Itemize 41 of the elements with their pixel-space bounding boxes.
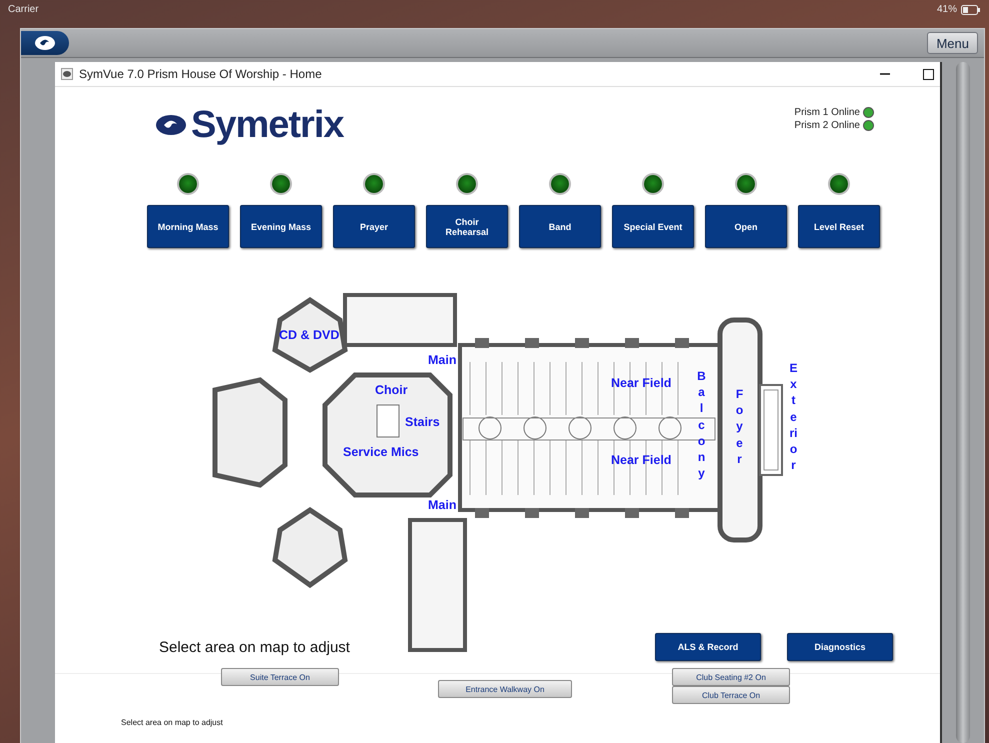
map-zone-label[interactable]: Foyer bbox=[735, 386, 744, 467]
zone-toggle-button[interactable]: Entrance Walkway On bbox=[438, 680, 572, 698]
instruction-text: Select area on map to adjust bbox=[159, 638, 351, 656]
action-button[interactable]: ALS & Record bbox=[655, 633, 761, 661]
instruction-text: Select area on map to adjust bbox=[121, 718, 223, 727]
map-zone-label[interactable]: Stairs bbox=[405, 415, 440, 429]
zone-toggle-button[interactable]: Club Seating #2 On bbox=[672, 668, 790, 686]
menu-button[interactable]: Menu bbox=[927, 32, 978, 54]
device-status-label: Prism 2 Online bbox=[794, 120, 860, 131]
home-logo-button[interactable] bbox=[21, 31, 69, 55]
zone-toggle-button[interactable]: Club Terrace On bbox=[672, 686, 790, 704]
preset-button[interactable]: Open bbox=[705, 205, 787, 248]
preset-button[interactable]: Choir Rehearsal bbox=[426, 205, 508, 248]
preset-button[interactable]: Prayer bbox=[333, 205, 415, 248]
brand-logo-text: Symetrix bbox=[191, 104, 344, 146]
preset-button[interactable]: Special Event bbox=[612, 205, 694, 248]
preset-button[interactable]: Level Reset bbox=[798, 205, 880, 248]
action-button[interactable]: Diagnostics bbox=[787, 633, 893, 661]
zone-toggle-button[interactable]: Suite Terrace On bbox=[221, 668, 339, 686]
map-zone-label[interactable]: CD & DVD bbox=[279, 328, 340, 342]
symetrix-swirl-icon bbox=[155, 114, 187, 136]
map-zone-label[interactable]: Main bbox=[428, 498, 456, 512]
battery-percentage: 41% bbox=[936, 4, 957, 15]
swirl-logo-icon bbox=[34, 35, 56, 51]
map-zone-label[interactable]: Balcony bbox=[697, 368, 706, 482]
map-zone-label[interactable]: Near Field bbox=[611, 376, 672, 390]
preset-button[interactable]: Morning Mass bbox=[147, 205, 229, 248]
scrollbar[interactable] bbox=[956, 62, 970, 743]
map-zone-label[interactable]: Near Field bbox=[611, 453, 672, 467]
map-zone-label[interactable]: Main bbox=[428, 353, 456, 367]
preset-button[interactable]: Band bbox=[519, 205, 601, 248]
map-zone-label[interactable]: Choir bbox=[375, 383, 408, 397]
battery-icon bbox=[961, 4, 981, 14]
map-zone-label[interactable]: Service Mics bbox=[343, 445, 419, 459]
device-status-label: Prism 1 Online bbox=[794, 107, 860, 118]
app-icon bbox=[61, 68, 73, 80]
preset-button[interactable]: Evening Mass bbox=[240, 205, 322, 248]
maximize-icon[interactable] bbox=[923, 68, 934, 80]
window-title: SymVue 7.0 Prism House Of Worship - Home bbox=[79, 67, 323, 81]
carrier-label: Carrier bbox=[8, 4, 39, 15]
map-zone-label[interactable]: Exterior bbox=[789, 360, 798, 474]
